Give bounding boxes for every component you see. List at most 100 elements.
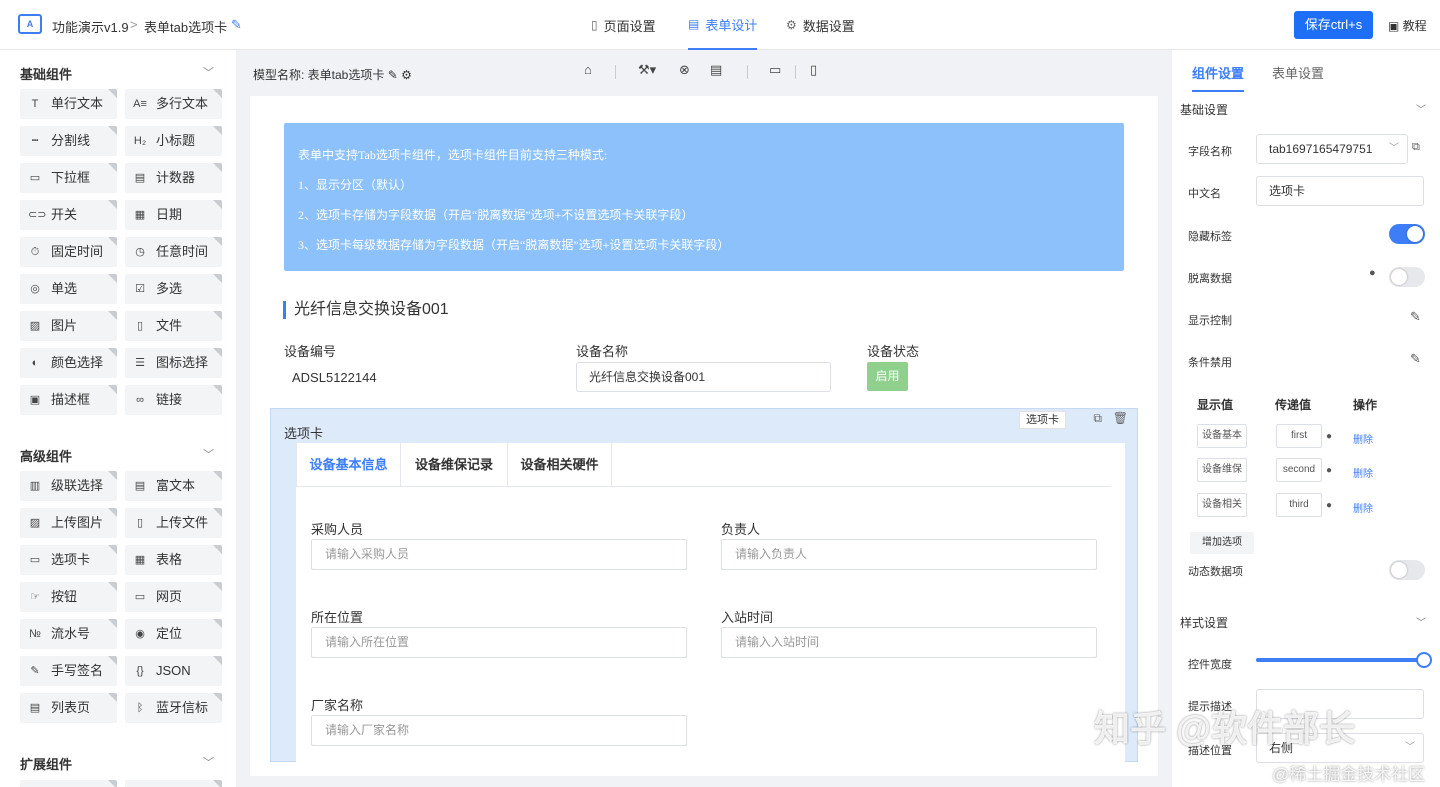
component-item[interactable]: № 流水号 bbox=[20, 619, 117, 649]
tab-related-hardware[interactable]: 设备相关硬件 bbox=[508, 443, 612, 487]
device-status-badge[interactable]: 启用 bbox=[867, 362, 908, 391]
info-icon[interactable]: ● bbox=[1326, 500, 1332, 511]
tab-component-container[interactable]: 选项卡 ⧉ 🗑 选项卡 设备基本信息 设备维保记录 设备相关硬件 采购人员 请输… bbox=[270, 408, 1138, 763]
save-button[interactable]: 保存ctrl+s bbox=[1294, 11, 1373, 39]
chevron-down-icon[interactable]: ﹀ bbox=[203, 446, 214, 462]
component-item[interactable]: ▭ 网页 bbox=[125, 582, 222, 612]
component-item[interactable]: ▣ 描述框 bbox=[20, 385, 117, 415]
info-icon[interactable]: ● bbox=[1326, 465, 1332, 476]
section-subtitle[interactable]: 光纤信息交换设备001 bbox=[283, 301, 449, 319]
slider-handle[interactable] bbox=[1416, 652, 1432, 668]
component-item[interactable]: ▭ 选项卡 bbox=[20, 545, 117, 575]
option-value-input[interactable]: third bbox=[1276, 493, 1322, 517]
dynamic-data-toggle[interactable] bbox=[1389, 560, 1425, 580]
edit-icon[interactable]: ✎ bbox=[1410, 309, 1421, 325]
component-item[interactable]: ◐ 颜色选择 bbox=[20, 348, 117, 378]
component-item[interactable]: ▤ 计数器 bbox=[125, 163, 222, 193]
app-logo-icon[interactable]: A bbox=[18, 14, 42, 34]
keyboard-icon[interactable]: ▤ bbox=[710, 62, 722, 78]
delete-option-link[interactable]: 删除 bbox=[1353, 431, 1373, 446]
component-item[interactable]: ∞ 链接 bbox=[125, 385, 222, 415]
delete-option-link[interactable]: 删除 bbox=[1353, 500, 1373, 515]
component-item[interactable]: ┅ 分割线 bbox=[20, 126, 117, 156]
component-item[interactable]: ▨ 上传图片 bbox=[20, 508, 117, 538]
magic-wand-icon[interactable]: ⚒▾ bbox=[638, 62, 656, 78]
component-item[interactable]: {} JSON bbox=[125, 656, 222, 686]
component-item[interactable]: ◉ 定位 bbox=[125, 619, 222, 649]
option-display-input[interactable]: 设备相关 bbox=[1197, 493, 1247, 517]
gear-icon[interactable]: ⚙ bbox=[401, 68, 412, 82]
section-extension-title[interactable]: 扩展组件 bbox=[20, 754, 72, 773]
tab-component-settings[interactable]: 组件设置 bbox=[1192, 63, 1245, 92]
info-icon[interactable]: ● bbox=[1369, 267, 1376, 279]
chevron-down-icon[interactable]: ﹀ bbox=[203, 754, 214, 770]
tab-maintenance-records[interactable]: 设备维保记录 bbox=[401, 443, 508, 487]
field-name-select[interactable]: tab1697165479751 ﹀ bbox=[1256, 134, 1408, 164]
component-item[interactable]: ▤ 富文本 bbox=[125, 471, 222, 501]
home-icon[interactable]: ⌂ bbox=[584, 62, 592, 77]
mobile-icon[interactable]: ▯ bbox=[810, 62, 817, 78]
component-item[interactable]: ▦ 表格 bbox=[125, 545, 222, 575]
component-item[interactable]: ☑ 多选 bbox=[125, 274, 222, 304]
notice-description-box[interactable]: 表单中支持Tab选项卡组件，选项卡组件目前支持三种模式: 1、显示分区（默认） … bbox=[284, 123, 1124, 271]
option-display-input[interactable]: 设备维保 bbox=[1197, 458, 1247, 482]
component-item[interactable]: ▥ 级联选择 bbox=[20, 471, 117, 501]
buyer-input[interactable]: 请输入采购人员 bbox=[311, 539, 687, 570]
trash-icon[interactable]: 🗑 bbox=[1113, 411, 1128, 425]
basic-settings-title[interactable]: 基础设置 bbox=[1180, 101, 1228, 118]
delete-option-link[interactable]: 删除 bbox=[1353, 465, 1373, 480]
component-item[interactable]: ▯ 上传文件 bbox=[125, 508, 222, 538]
option-value-input[interactable]: second bbox=[1276, 458, 1322, 482]
desktop-icon[interactable]: ▭ bbox=[769, 62, 781, 78]
component-item[interactable]: ⊂⊃ 开关 bbox=[20, 200, 117, 230]
component-item[interactable]: H₂ 小标题 bbox=[125, 126, 222, 156]
component-item[interactable]: ▯ 文件 bbox=[125, 311, 222, 341]
style-settings-title[interactable]: 样式设置 bbox=[1180, 614, 1228, 631]
component-item[interactable]: ▤ 列表页 bbox=[20, 693, 117, 723]
tab-basic-info[interactable]: 设备基本信息 bbox=[296, 443, 401, 487]
tutorial-link[interactable]: ▣ 教程 bbox=[1388, 17, 1427, 34]
component-item[interactable]: ☞ 按钮 bbox=[20, 582, 117, 612]
component-item[interactable]: ▭ 下拉框 bbox=[20, 163, 117, 193]
entry-time-input[interactable]: 请输入入站时间 bbox=[721, 627, 1097, 658]
section-basic-title[interactable]: 基础组件 bbox=[20, 64, 72, 83]
info-icon[interactable]: ● bbox=[1326, 431, 1332, 442]
add-option-button[interactable]: 增加选项 bbox=[1190, 532, 1254, 554]
copy-icon[interactable]: ⧉ bbox=[1093, 411, 1102, 426]
component-item[interactable]: ᛒ 蓝牙信标 bbox=[125, 693, 222, 723]
option-value-input[interactable]: first bbox=[1276, 424, 1322, 448]
component-item-partial[interactable] bbox=[125, 780, 222, 787]
component-item[interactable]: A≡ 多行文本 bbox=[125, 89, 222, 119]
owner-input[interactable]: 请输入负责人 bbox=[721, 539, 1097, 570]
hide-label-toggle[interactable] bbox=[1389, 224, 1425, 244]
chevron-down-icon[interactable]: ﹀ bbox=[1416, 101, 1426, 116]
component-item[interactable]: ◎ 单选 bbox=[20, 274, 117, 304]
edit-name-pencil-icon[interactable]: ✎ bbox=[231, 17, 242, 33]
tab-form-settings[interactable]: 表单设置 bbox=[1272, 63, 1324, 82]
copy-icon[interactable]: ⧉ bbox=[1412, 141, 1420, 154]
cn-name-input[interactable]: 选项卡 bbox=[1256, 176, 1424, 206]
app-name[interactable]: 功能演示v1.9 bbox=[52, 17, 129, 36]
chevron-down-icon[interactable]: ﹀ bbox=[1416, 614, 1426, 629]
width-slider[interactable] bbox=[1256, 652, 1432, 668]
detach-data-toggle[interactable] bbox=[1389, 267, 1425, 287]
component-item[interactable]: ▦ 日期 bbox=[125, 200, 222, 230]
chevron-down-icon[interactable]: ﹀ bbox=[203, 64, 214, 80]
component-item[interactable]: ◷ 任意时间 bbox=[125, 237, 222, 267]
nav-data-settings[interactable]: ⚙ 数据设置 bbox=[786, 0, 855, 50]
nav-form-design[interactable]: ▤ 表单设计 bbox=[688, 0, 758, 50]
component-item-partial[interactable] bbox=[20, 780, 117, 787]
component-item[interactable]: ▨ 图片 bbox=[20, 311, 117, 341]
pencil-icon[interactable]: ✎ bbox=[388, 68, 398, 82]
section-advanced-title[interactable]: 高级组件 bbox=[20, 446, 72, 465]
component-item[interactable]: ☰ 图标选择 bbox=[125, 348, 222, 378]
nav-page-settings[interactable]: ▯ 页面设置 bbox=[591, 0, 656, 50]
device-name-input[interactable]: 光纤信息交换设备001 bbox=[576, 362, 831, 392]
component-item[interactable]: T 单行文本 bbox=[20, 89, 117, 119]
location-input[interactable]: 请输入所在位置 bbox=[311, 627, 687, 658]
option-display-input[interactable]: 设备基本 bbox=[1197, 424, 1247, 448]
link-icon[interactable]: ⊗ bbox=[679, 62, 690, 78]
component-item[interactable]: ✎ 手写签名 bbox=[20, 656, 117, 686]
manufacturer-input[interactable]: 请输入厂家名称 bbox=[311, 715, 687, 746]
component-item[interactable]: ⏱ 固定时间 bbox=[20, 237, 117, 267]
